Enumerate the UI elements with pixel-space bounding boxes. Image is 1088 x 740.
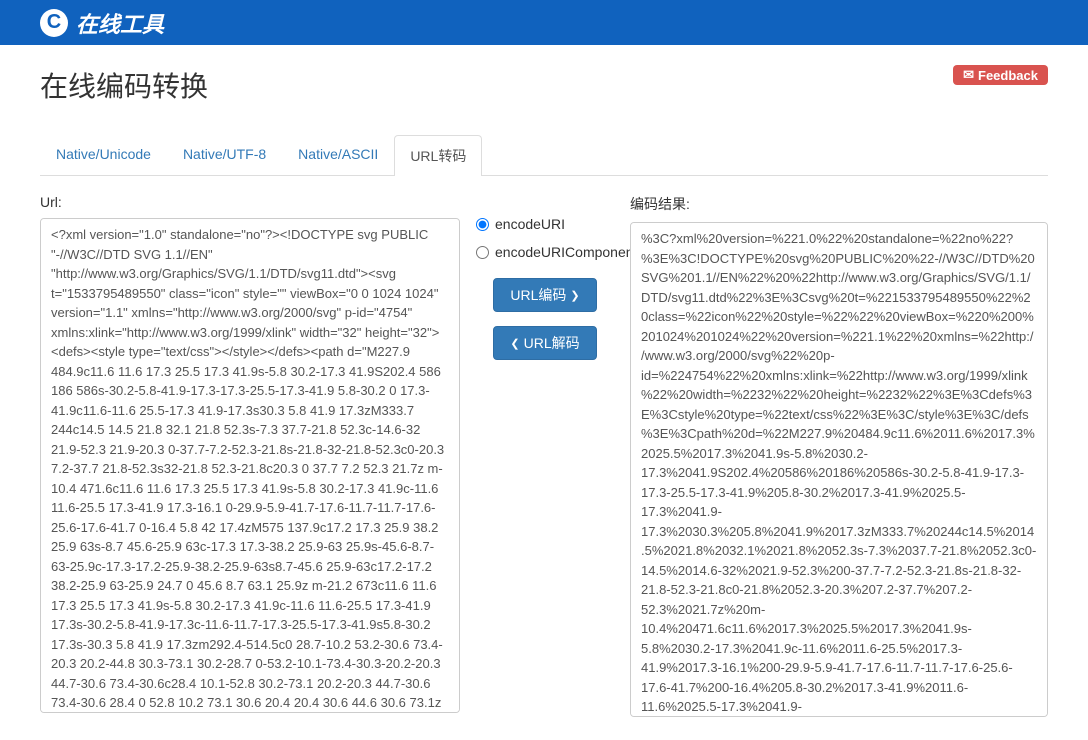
tab-native-unicode[interactable]: Native/Unicode [40, 135, 167, 176]
radio-encodeuricomponent-input[interactable] [476, 246, 489, 259]
url-input[interactable] [40, 218, 460, 713]
chevron-right-icon: ❯ [570, 289, 579, 302]
navbar-logo[interactable]: C 在线工具 [40, 7, 164, 39]
navbar: C 在线工具 [0, 0, 1088, 45]
radio-encodeuri-label: encodeURI [495, 216, 565, 232]
output-label: 编码结果: [630, 194, 1048, 214]
tab-native-ascii[interactable]: Native/ASCII [282, 135, 394, 176]
logo-icon: C [40, 9, 68, 37]
input-label: Url: [40, 194, 460, 210]
tabs: Native/Unicode Native/UTF-8 Native/ASCII… [40, 135, 1048, 176]
tab-url-encode[interactable]: URL转码 [394, 135, 482, 176]
decode-button[interactable]: ❮ URL解码 [493, 326, 597, 360]
encode-mode-group: encodeURI encodeURIComponent [476, 216, 637, 260]
radio-encodeuricomponent[interactable]: encodeURIComponent [476, 244, 637, 260]
page-title: 在线编码转换 [40, 65, 1048, 105]
radio-encodeuri[interactable]: encodeURI [476, 216, 637, 232]
navbar-brand: 在线工具 [76, 7, 164, 39]
encode-button[interactable]: URL编码 ❯ [493, 278, 597, 312]
encode-button-label: URL编码 [510, 285, 566, 305]
radio-encodeuri-input[interactable] [476, 218, 489, 231]
tab-native-utf8[interactable]: Native/UTF-8 [167, 135, 282, 176]
radio-encodeuricomponent-label: encodeURIComponent [495, 244, 637, 260]
feedback-label: Feedback [978, 68, 1038, 83]
mail-icon: ✉ [963, 67, 974, 83]
decode-button-label: URL解码 [524, 333, 580, 353]
feedback-button[interactable]: ✉ Feedback [953, 65, 1048, 85]
url-output[interactable] [630, 222, 1048, 717]
chevron-left-icon: ❮ [510, 337, 519, 350]
